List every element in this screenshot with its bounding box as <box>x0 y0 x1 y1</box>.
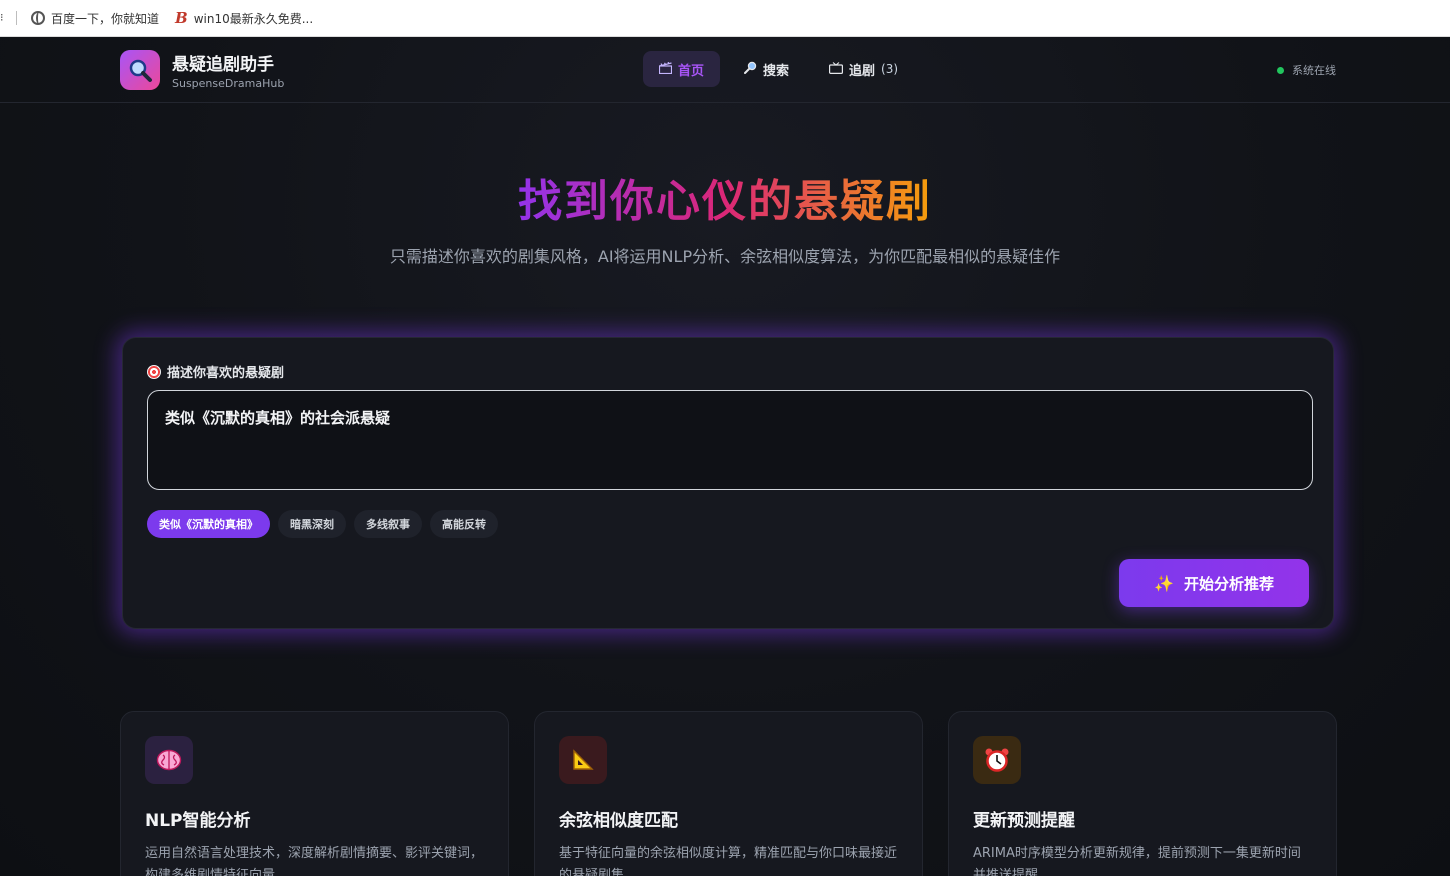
hero-subtitle: 只需描述你喜欢的剧集风格，AI将运用NLP分析、余弦相似度算法，为你匹配最相似的… <box>389 247 1061 266</box>
globe-icon <box>31 11 45 25</box>
search-label: 描述你喜欢的悬疑剧 <box>147 362 1309 381</box>
app: 悬疑追剧助手 SuspenseDramaHub 首页 搜索 追剧 (3) 系统在… <box>0 37 1450 876</box>
feature-desc: 基于特征向量的余弦相似度计算，精准匹配与你口味最接近的悬疑剧集 <box>559 846 898 876</box>
watchlist-count: (3) <box>881 62 899 76</box>
status-dot-icon <box>1277 66 1284 74</box>
brain-icon <box>145 736 193 784</box>
magnifier-icon <box>744 61 757 77</box>
nav-search[interactable]: 搜索 <box>728 51 805 87</box>
tag-chip[interactable]: 暗黑深刻 <box>278 510 346 538</box>
triangle-ruler-icon <box>559 736 607 784</box>
search-label-text: 描述你喜欢的悬疑剧 <box>167 366 285 381</box>
bookmark-overflow-icon[interactable]: ⁝ <box>0 11 4 25</box>
b-logo-icon: B <box>175 9 188 27</box>
nav-search-label: 搜索 <box>763 63 790 79</box>
hero-title: 找到你心仪的悬疑剧 <box>518 165 932 229</box>
alarm-clock-icon <box>973 736 1021 784</box>
main-nav: 首页 搜索 追剧 (3) <box>643 51 914 87</box>
start-analysis-button[interactable]: ✨ 开始分析推荐 <box>1119 559 1309 607</box>
clapperboard-icon <box>658 61 673 77</box>
bookmark-bar: ⁝ 百度一下，你就知道 B win10最新永久免费... <box>0 0 1450 37</box>
bookmark-label: win10最新永久免费... <box>193 11 314 26</box>
target-icon <box>147 364 161 379</box>
tag-chip[interactable]: 类似《沉默的真相》 <box>147 510 270 538</box>
nav-watchlist[interactable]: 追剧 (3) <box>813 51 914 87</box>
start-analysis-label: 开始分析推荐 <box>1183 574 1274 593</box>
feature-desc: 运用自然语言处理技术，深度解析剧情摘要、影评关键词，构建多维剧情特征向量 <box>145 846 484 876</box>
nav-watchlist-label: 追剧 <box>849 63 876 79</box>
bookmark-win10[interactable]: B win10最新永久免费... <box>175 9 313 27</box>
brand[interactable]: 悬疑追剧助手 SuspenseDramaHub <box>120 49 285 90</box>
nav-home-label: 首页 <box>678 63 705 79</box>
bookmark-label: 百度一下，你就知道 <box>51 11 160 26</box>
magnifier-logo-icon <box>120 49 160 90</box>
feature-card-nlp: NLP智能分析 运用自然语言处理技术，深度解析剧情摘要、影评关键词，构建多维剧情… <box>120 711 509 876</box>
tv-icon <box>829 61 844 77</box>
brand-subtitle: SuspenseDramaHub <box>172 76 285 90</box>
bookmark-baidu[interactable]: 百度一下，你就知道 <box>31 10 159 27</box>
feature-card-cosine: 余弦相似度匹配 基于特征向量的余弦相似度计算，精准匹配与你口味最接近的悬疑剧集 <box>534 711 923 876</box>
feature-title: 更新预测提醒 <box>973 811 1075 831</box>
status-text: 系统在线 <box>1292 64 1336 77</box>
tag-chip[interactable]: 高能反转 <box>430 510 498 538</box>
quick-tags: 类似《沉默的真相》 暗黑深刻 多线叙事 高能反转 <box>147 510 1309 538</box>
top-nav: 悬疑追剧助手 SuspenseDramaHub 首页 搜索 追剧 (3) 系统在… <box>0 37 1450 103</box>
nav-home[interactable]: 首页 <box>643 51 721 87</box>
hero: 找到你心仪的悬疑剧 只需描述你喜欢的剧集风格，AI将运用NLP分析、余弦相似度算… <box>0 165 1450 271</box>
bookmark-divider <box>16 11 17 25</box>
sparkles-icon: ✨ <box>1154 573 1174 593</box>
feature-list: NLP智能分析 运用自然语言处理技术，深度解析剧情摘要、影评关键词，构建多维剧情… <box>120 711 1337 876</box>
search-card: 描述你喜欢的悬疑剧 类似《沉默的真相》的社会派悬疑 类似《沉默的真相》 暗黑深刻… <box>122 337 1334 629</box>
feature-title: NLP智能分析 <box>145 811 251 831</box>
system-status: 系统在线 <box>1277 62 1336 78</box>
tag-chip[interactable]: 多线叙事 <box>354 510 422 538</box>
feature-title: 余弦相似度匹配 <box>559 811 678 831</box>
brand-title: 悬疑追剧助手 <box>172 54 274 75</box>
description-input[interactable]: 类似《沉默的真相》的社会派悬疑 <box>147 390 1313 490</box>
feature-desc: ARIMA时序模型分析更新规律，提前预测下一集更新时间并推送提醒 <box>973 846 1301 876</box>
feature-card-predict: 更新预测提醒 ARIMA时序模型分析更新规律，提前预测下一集更新时间并推送提醒 <box>948 711 1337 876</box>
